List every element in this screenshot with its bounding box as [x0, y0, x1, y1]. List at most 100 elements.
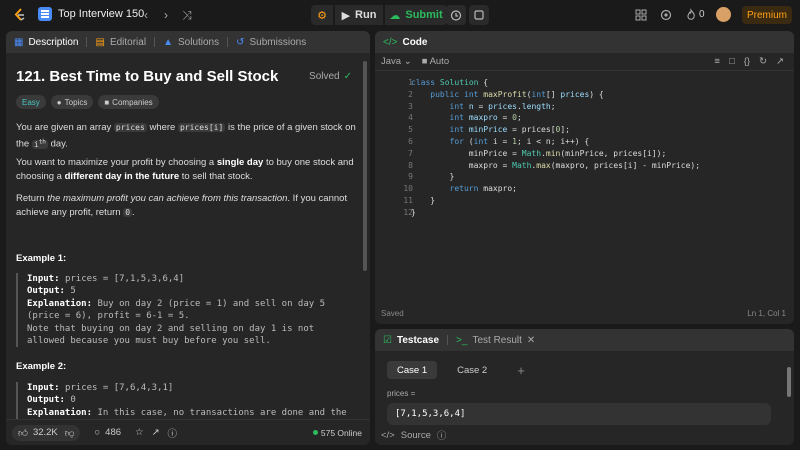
- help-icon[interactable]: ⓘ: [168, 426, 178, 440]
- tab-editorial-label: Editorial: [109, 36, 147, 48]
- tab-test-result-label: Test Result: [472, 334, 522, 346]
- settings-gear-icon[interactable]: [659, 8, 673, 22]
- inline-code: prices: [113, 123, 147, 132]
- comment-count: 486: [105, 427, 122, 438]
- lock-icon: ■: [104, 97, 110, 107]
- notes-button[interactable]: [469, 5, 489, 25]
- testcase-scrollbar[interactable]: [787, 367, 791, 397]
- source-button[interactable]: Source: [401, 430, 431, 441]
- avatar[interactable]: [716, 7, 731, 22]
- line-number: 4: [408, 113, 413, 123]
- testcase-tabs: ☑ Testcase >_ Test Result ✕: [375, 329, 794, 351]
- note-icon: [474, 10, 484, 20]
- note: Note that buying on day 2 and selling on…: [27, 323, 315, 347]
- code-editor[interactable]: class Solution { public int maxProfit(in…: [411, 77, 700, 219]
- divider: [154, 37, 156, 47]
- add-case-icon[interactable]: +: [507, 361, 535, 379]
- thumbs-up-icon[interactable]: 👍︎: [18, 427, 28, 439]
- run-button[interactable]: ▶ Run: [335, 5, 383, 25]
- divider: [86, 37, 88, 47]
- problem-list-button[interactable]: Top Interview 150: [38, 7, 144, 21]
- history-icon: ↺: [236, 36, 245, 48]
- bookmark-icon[interactable]: □: [729, 56, 735, 67]
- premium-button[interactable]: Premium: [742, 6, 792, 24]
- language-select[interactable]: Java ⌄: [381, 56, 412, 67]
- testcase-footer: </> Source ⓘ: [381, 428, 447, 443]
- shuffle-icon[interactable]: ⤨: [180, 8, 194, 22]
- companies-label: Companies: [112, 97, 153, 107]
- auto-mode[interactable]: ■ Auto: [422, 56, 449, 67]
- line-number: 7: [408, 148, 413, 158]
- text: day.: [50, 138, 68, 150]
- topics-label: Topics: [64, 97, 88, 107]
- line-number: 10: [403, 184, 413, 194]
- solved-label: Solved: [309, 71, 340, 82]
- check-circle-icon: ✓: [343, 71, 352, 82]
- text: where: [149, 122, 176, 133]
- case-tabs: Case 1 Case 2 +: [387, 361, 535, 379]
- share-icon[interactable]: ↗: [152, 427, 160, 438]
- leetcode-logo-icon[interactable]: [12, 7, 28, 23]
- topics-tag[interactable]: ● Topics: [50, 95, 94, 109]
- problem-title: 121. Best Time to Buy and Sell Stock: [16, 68, 279, 85]
- tab-submissions[interactable]: ↺ Submissions: [236, 37, 306, 48]
- example-2-block: Input: prices = [7,6,4,3,1] Output: 0 Ex…: [16, 382, 356, 420]
- next-problem-icon[interactable]: ›: [159, 8, 173, 22]
- format-icon[interactable]: ≡: [714, 56, 720, 67]
- tab-testcase[interactable]: ☑ Testcase: [383, 335, 439, 346]
- tab-editorial[interactable]: ▤ Editorial: [95, 37, 146, 48]
- line-number: 2: [408, 89, 413, 99]
- line-number: 9: [408, 172, 413, 182]
- comments-button[interactable]: ○ 486: [88, 425, 127, 441]
- bold-text: different day in the future: [64, 171, 180, 182]
- code-header: </> Code: [375, 31, 794, 53]
- case-1-tab[interactable]: Case 1: [387, 361, 438, 379]
- prev-problem-icon[interactable]: ‹: [139, 8, 153, 22]
- tab-code-label: Code: [402, 36, 428, 48]
- comment-icon: ○: [94, 427, 101, 438]
- line-number: 1: [408, 78, 413, 87]
- timer-button[interactable]: [446, 5, 466, 25]
- submit-button[interactable]: ☁ Submit: [385, 5, 447, 25]
- tab-code[interactable]: </> Code: [383, 37, 427, 48]
- run-label: Run: [355, 9, 377, 21]
- streak-count: 0: [699, 9, 705, 20]
- tag-icon: ●: [56, 97, 62, 107]
- tab-solutions[interactable]: ▲ Solutions: [163, 37, 219, 48]
- star-icon[interactable]: ☆: [135, 427, 144, 438]
- value: 0: [70, 395, 76, 406]
- divider: [227, 37, 229, 47]
- braces-icon[interactable]: {}: [744, 56, 750, 67]
- help-icon[interactable]: ⓘ: [437, 428, 447, 442]
- value: prices = [7,1,5,3,6,4]: [64, 274, 185, 284]
- description-scrollbar[interactable]: [363, 61, 367, 271]
- tab-description-label: Description: [28, 36, 79, 48]
- reset-icon[interactable]: ↻: [759, 56, 767, 67]
- debug-button[interactable]: ⚙: [311, 5, 333, 25]
- tab-description[interactable]: ▦ Description: [14, 37, 78, 48]
- cloud-upload-icon: ☁: [389, 9, 401, 22]
- text: .: [132, 207, 135, 218]
- inline-code: ith: [31, 138, 48, 149]
- param-input[interactable]: [7,1,5,3,6,4]: [387, 403, 771, 425]
- description-tabs: ▦ Description ▤ Editorial ▲ Solutions ↺ Subm…: [6, 31, 370, 53]
- expand-icon[interactable]: ↗: [776, 56, 784, 67]
- code-toolbar: Java ⌄ ■ Auto ≡ □ {} ↻ ↗: [375, 53, 794, 71]
- italic-text: the maximum profit you can achieve from …: [47, 193, 288, 204]
- close-icon[interactable]: ✕: [527, 335, 535, 346]
- code-brackets-icon: </>: [383, 36, 398, 48]
- tag-row: Easy ● Topics ■ Companies: [16, 95, 159, 109]
- companies-tag[interactable]: ■ Companies: [98, 95, 159, 109]
- param-label: prices =: [387, 389, 416, 398]
- tab-test-result[interactable]: >_ Test Result ✕: [456, 335, 535, 346]
- chevron-down-icon: ⌄: [403, 56, 412, 67]
- mode-label: Auto: [429, 56, 450, 67]
- example-1-block: Input: prices = [7,1,5,3,6,4] Output: 5 …: [16, 273, 356, 348]
- line-number: 6: [408, 136, 413, 146]
- thumbs-down-icon[interactable]: 👎︎: [65, 427, 75, 439]
- case-2-tab[interactable]: Case 2: [447, 361, 497, 379]
- problem-paragraph-2: You want to maximize your profit by choo…: [16, 156, 356, 184]
- streak-fire-icon[interactable]: [684, 8, 698, 22]
- layout-grid-icon[interactable]: [634, 8, 648, 22]
- text: to sell that stock.: [181, 171, 253, 182]
